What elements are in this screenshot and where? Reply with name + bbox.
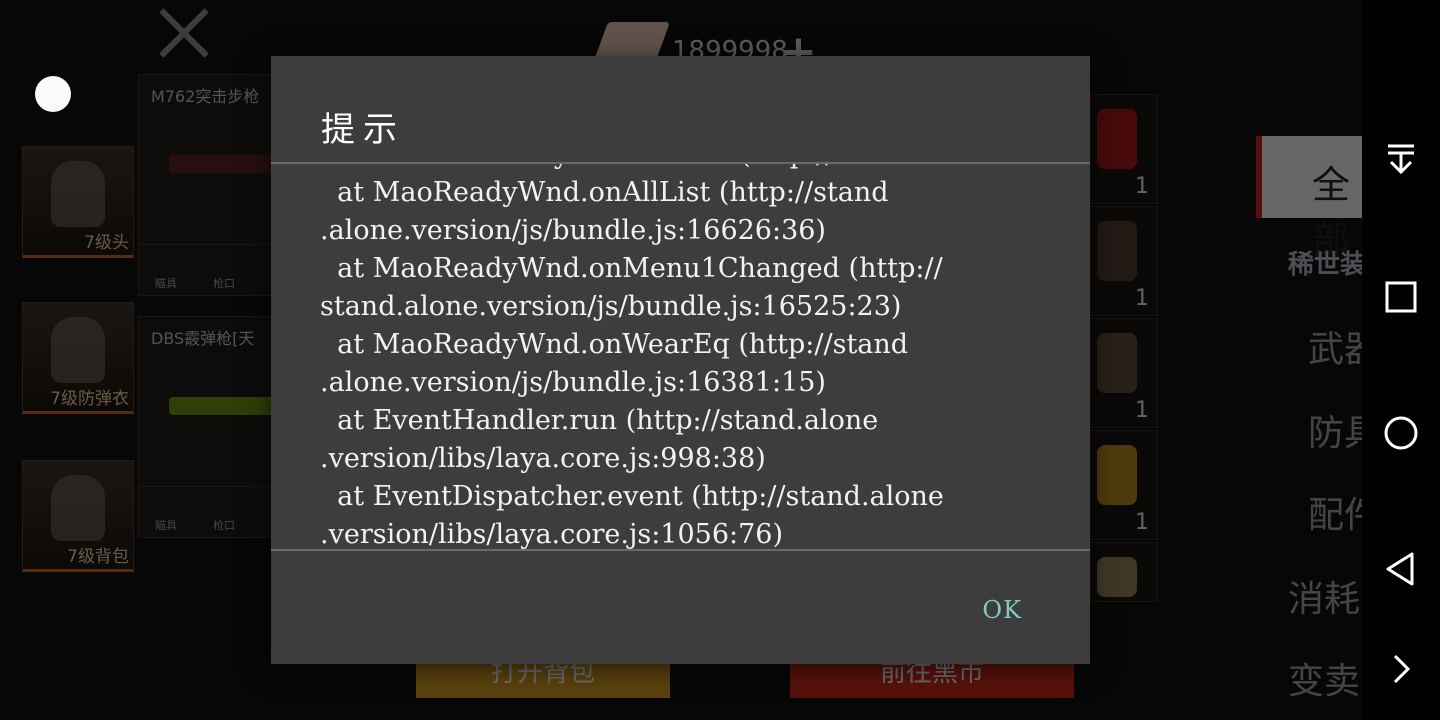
slot-label: 7级防弹衣 — [50, 389, 129, 409]
item-count: 1 — [1135, 510, 1149, 535]
attachment-label: 枪口 — [213, 277, 235, 290]
item-icon — [1097, 333, 1137, 393]
weapon-card-secondary[interactable]: DBS霰弹枪[天 瞄具 枪口 — [138, 316, 280, 538]
assistive-touch-button[interactable] — [35, 76, 71, 112]
category-consumables[interactable]: 消耗 — [1288, 570, 1360, 622]
item-icon — [1097, 445, 1137, 505]
pull-down-icon[interactable] — [1382, 140, 1420, 178]
ok-button[interactable]: OK — [982, 596, 1022, 624]
attachment-label: 瞄具 — [155, 519, 177, 532]
category-attachments[interactable]: 配件 — [1308, 486, 1362, 538]
equipment-slot-helmet[interactable]: 7级头 — [22, 146, 134, 258]
filter-all-tab[interactable]: 全部 — [1256, 136, 1362, 262]
item-icon — [1097, 221, 1137, 281]
weapon-name: M762突击步枪 — [151, 87, 260, 106]
attachment-label: 枪口 — [213, 519, 235, 532]
item-count: 1 — [1135, 174, 1149, 199]
dialog-message-scroll[interactable]: at MaoReadyWnd.xxxxxx (http://stand.alon… — [271, 164, 1090, 550]
slot-label: 7级背包 — [67, 547, 129, 567]
category-armor[interactable]: 防具 — [1308, 404, 1362, 456]
category-rare[interactable]: 稀世装 — [1288, 244, 1362, 281]
category-sell[interactable]: 变卖 — [1288, 652, 1360, 704]
dialog-title: 提示 — [321, 110, 405, 150]
backpack-icon — [51, 475, 105, 541]
inventory-item[interactable] — [1090, 542, 1158, 602]
vest-icon — [51, 317, 105, 383]
system-nav-bar — [1362, 0, 1440, 720]
equipment-slot-backpack[interactable]: 7级背包 — [22, 460, 134, 572]
inventory-item[interactable]: 1 — [1090, 318, 1158, 428]
attachment-bar: 瞄具 枪口 — [139, 486, 279, 537]
divider — [271, 549, 1090, 551]
item-count: 1 — [1135, 286, 1149, 311]
item-icon — [1097, 557, 1137, 597]
inventory-item[interactable]: 1 — [1090, 206, 1158, 316]
home-circle-icon[interactable] — [1382, 414, 1420, 452]
attachment-bar: 瞄具 枪口 — [139, 244, 279, 295]
category-weapons[interactable]: 武器 — [1308, 320, 1362, 372]
equipment-slot-vest[interactable]: 7级防弹衣 — [22, 302, 134, 414]
item-count: 1 — [1135, 398, 1149, 423]
shotgun-icon — [169, 397, 279, 415]
weapon-name: DBS霰弹枪[天 — [151, 329, 255, 348]
recents-square-icon[interactable] — [1382, 278, 1420, 316]
close-icon[interactable] — [150, 0, 218, 64]
item-icon — [1097, 109, 1137, 169]
chevron-right-icon[interactable] — [1382, 650, 1420, 688]
back-triangle-icon[interactable] — [1382, 550, 1420, 588]
rifle-icon — [169, 155, 279, 173]
weapon-card-primary[interactable]: M762突击步枪 瞄具 枪口 — [138, 74, 280, 296]
alert-dialog: 提示 at MaoReadyWnd.xxxxxx (http://stand.a… — [271, 56, 1090, 664]
dialog-message: at MaoReadyWnd.xxxxxx (http://stand.alon… — [320, 164, 1090, 550]
inventory-item[interactable]: 1 — [1090, 430, 1158, 540]
attachment-label: 瞄具 — [155, 277, 177, 290]
helmet-icon — [51, 161, 105, 227]
inventory-item[interactable]: 1 — [1090, 94, 1158, 204]
slot-label: 7级头 — [84, 233, 129, 253]
